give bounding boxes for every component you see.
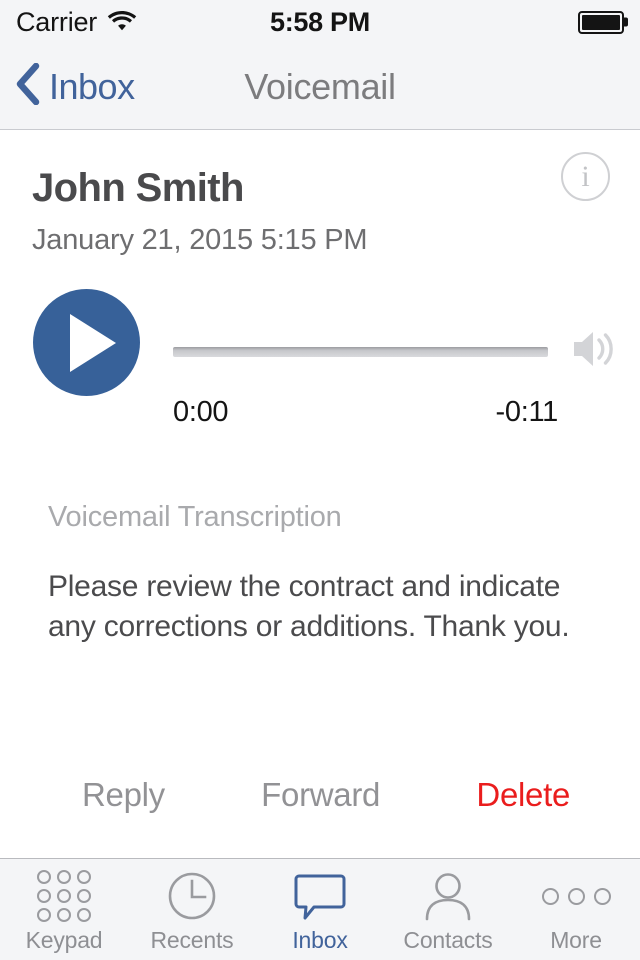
play-icon <box>69 313 116 372</box>
message-timestamp: January 21, 2015 5:15 PM <box>32 224 368 256</box>
battery-icon <box>578 10 624 34</box>
action-bar: Reply Forward Delete <box>0 770 640 820</box>
elapsed-time: 0:00 <box>173 396 229 428</box>
info-icon[interactable]: i <box>561 152 610 201</box>
reply-button[interactable]: Reply <box>78 770 169 820</box>
tab-contacts-label: Contacts <box>403 927 493 953</box>
tab-recents[interactable]: Recents <box>128 859 256 960</box>
sender-name: John Smith <box>32 166 244 210</box>
tab-more-label: More <box>550 927 602 953</box>
tab-recents-label: Recents <box>150 927 234 953</box>
forward-button[interactable]: Forward <box>169 770 473 820</box>
back-button-label: Inbox <box>49 65 135 107</box>
audio-player: 0:00 -0:11 <box>0 289 640 429</box>
speaker-icon[interactable] <box>570 328 618 375</box>
tab-bar: Keypad Recents Inbox Contacts More <box>0 858 640 960</box>
sender-block: John Smith January 21, 2015 5:15 PM i <box>0 130 640 257</box>
carrier-label: Carrier <box>16 6 98 37</box>
voicemail-screen: Carrier 5:58 PM Inbox Voicemail John Smi… <box>0 0 640 960</box>
nav-bar: Inbox Voicemail <box>0 44 640 130</box>
keypad-icon <box>37 870 91 922</box>
speech-bubble-icon <box>294 871 346 921</box>
status-bar-left: Carrier <box>16 7 137 38</box>
tab-inbox-label: Inbox <box>292 927 348 953</box>
wifi-icon <box>107 9 137 36</box>
tab-inbox[interactable]: Inbox <box>256 859 384 960</box>
time-labels: 0:00 -0:11 <box>173 396 618 429</box>
info-glyph: i <box>581 159 590 193</box>
tab-contacts[interactable]: Contacts <box>384 859 512 960</box>
status-bar: Carrier 5:58 PM <box>0 0 640 44</box>
tab-keypad[interactable]: Keypad <box>0 859 128 960</box>
track-area: 0:00 -0:11 <box>173 289 618 429</box>
status-bar-right <box>578 10 624 34</box>
transcription-section: Voicemail Transcription Please review th… <box>0 501 640 646</box>
playback-scrubber[interactable] <box>173 346 548 357</box>
track-row <box>173 328 618 375</box>
clock-icon <box>167 871 217 921</box>
back-button[interactable]: Inbox <box>0 62 135 110</box>
ellipsis-icon <box>541 871 611 921</box>
transcription-heading: Voicemail Transcription <box>48 501 342 533</box>
battery-fill <box>582 14 620 30</box>
chevron-left-icon <box>16 62 40 110</box>
tab-more[interactable]: More <box>512 859 640 960</box>
play-button[interactable] <box>33 289 140 396</box>
delete-button[interactable]: Delete <box>472 770 574 820</box>
tab-keypad-label: Keypad <box>25 927 103 953</box>
person-icon <box>423 871 473 921</box>
remaining-time: -0:11 <box>495 396 559 428</box>
transcription-body: Please review the contract and indicate … <box>48 570 570 643</box>
content-area: John Smith January 21, 2015 5:15 PM i 0:… <box>0 130 640 858</box>
